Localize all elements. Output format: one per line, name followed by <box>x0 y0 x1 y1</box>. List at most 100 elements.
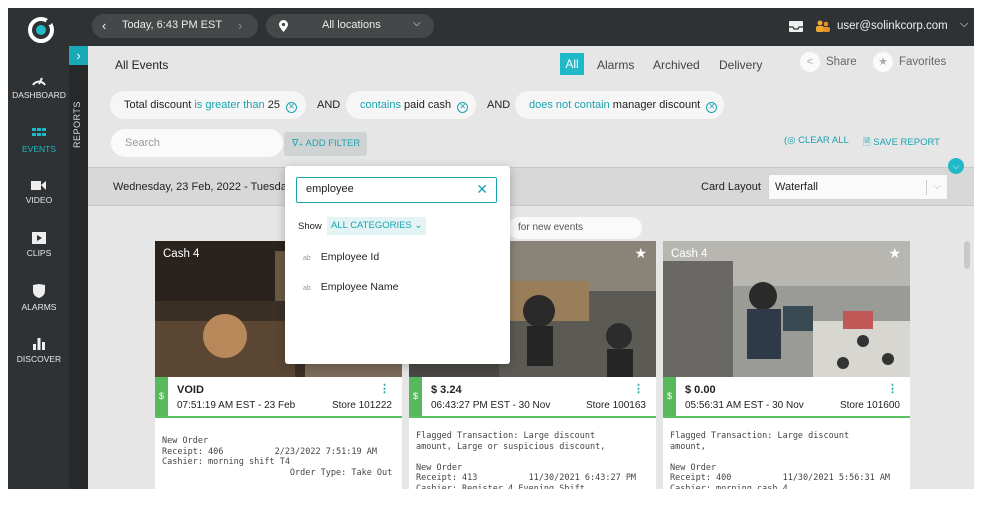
favorites-button[interactable]: ★ Favorites <box>873 52 946 74</box>
location-picker[interactable]: All locations ⌵ <box>266 14 434 38</box>
remove-filter-icon[interactable]: ✕ <box>457 102 469 113</box>
tab-delivery[interactable]: Delivery <box>719 58 762 72</box>
add-filter-button[interactable]: ∇₊ ADD FILTER <box>284 132 367 156</box>
collapse-toggle-icon[interactable]: ⌵ <box>948 158 964 174</box>
new-events-toggle[interactable]: for new events <box>508 217 642 239</box>
user-menu[interactable]: user@solinkcorp.com <box>837 20 948 32</box>
and-operator: AND <box>317 99 341 111</box>
app-window: DASHBOARD EVENTS VIDEO CLIPS ALARMS DISC… <box>8 8 974 489</box>
clip-icon <box>32 232 46 244</box>
show-label: Show <box>298 221 322 232</box>
event-card[interactable]: Cash 4 ★ $ $ 0.00 ⋮ 05:56:31 AM EST - 30… <box>663 241 910 489</box>
add-filter-dropdown: employee ✕ Show ALL CATEGORIES ⌄ ab Emplo… <box>285 166 510 364</box>
save-report-button[interactable]: 🗎 SAVE REPORT <box>863 135 940 151</box>
nav-label: EVENTS <box>21 144 56 154</box>
scrollbar-thumb[interactable] <box>964 241 970 269</box>
and-operator: AND <box>487 99 511 111</box>
datetime-picker[interactable]: ‹ Today, 6:43 PM EST › <box>92 14 258 38</box>
nav-alarms[interactable]: ALARMS <box>8 284 70 312</box>
more-options-icon[interactable]: ⋮ <box>887 382 898 395</box>
filter-query-text: employee <box>306 183 354 195</box>
filter-value: paid cash <box>404 99 452 111</box>
event-summary: $ $ 0.00 ⋮ 05:56:31 AM EST - 30 Nov Stor… <box>663 377 910 418</box>
chevron-right-icon[interactable]: › <box>69 46 88 65</box>
event-time: 06:43:27 PM EST - 30 Nov <box>431 400 551 411</box>
text-type-icon: ab <box>303 285 311 292</box>
more-options-icon[interactable]: ⋮ <box>379 382 390 395</box>
dollar-icon: $ <box>155 377 168 416</box>
camera-label: Cash 4 <box>163 248 200 260</box>
clear-all-button[interactable]: (◎ CLEAR ALL <box>784 135 849 146</box>
chevron-left-icon[interactable]: ‹ <box>102 18 106 33</box>
date-range-label[interactable]: Wednesday, 23 Feb, 2022 - Tuesday, <box>113 181 295 193</box>
location-label: All locations <box>322 19 381 31</box>
share-label: Share <box>826 56 857 69</box>
remove-filter-icon[interactable]: ✕ <box>706 102 718 113</box>
location-pin-icon <box>279 20 288 32</box>
nav-clips[interactable]: CLIPS <box>8 232 70 258</box>
nav-events[interactable]: EVENTS <box>8 128 70 154</box>
datetime-label: Today, 6:43 PM EST <box>122 19 223 31</box>
add-filter-label: ADD FILTER <box>305 138 361 149</box>
chevron-down-icon: ⌵ <box>413 18 421 29</box>
search-input[interactable]: Search <box>111 129 283 157</box>
nav-label: CLIPS <box>26 248 52 258</box>
category-value: ALL CATEGORIES <box>331 220 412 231</box>
more-options-icon[interactable]: ⋮ <box>633 382 644 395</box>
event-title: VOID <box>177 384 204 396</box>
tab-archived[interactable]: Archived <box>653 58 700 72</box>
card-layout-label: Card Layout <box>701 181 761 193</box>
nav-video[interactable]: VIDEO <box>8 180 70 205</box>
option-label: Employee Name <box>320 281 399 293</box>
camera-label: Cash 4 <box>671 248 708 260</box>
chevron-down-icon: ⌵ <box>933 181 941 192</box>
grid-icon <box>32 128 46 136</box>
chevron-down-icon: ⌄ <box>414 220 423 231</box>
dollar-icon: $ <box>663 377 676 416</box>
filter-chip-paid-cash[interactable]: contains paid cash ✕ <box>346 91 476 119</box>
tab-all[interactable]: All <box>560 53 584 75</box>
filter-value: manager discount <box>612 99 701 111</box>
top-bar: ‹ Today, 6:43 PM EST › All locations ⌵ u… <box>88 8 974 46</box>
favorite-star-icon[interactable]: ★ <box>634 245 647 262</box>
clear-icon: (◎ <box>784 135 796 146</box>
card-layout-select[interactable]: Waterfall ⌵ <box>768 174 948 200</box>
inbox-icon[interactable] <box>789 21 803 32</box>
event-summary: $ VOID ⋮ 07:51:19 AM EST - 23 Feb Store … <box>155 377 402 418</box>
event-time: 05:56:31 AM EST - 30 Nov <box>685 400 804 411</box>
event-store: Store 101600 <box>839 400 900 411</box>
select-divider <box>926 180 927 195</box>
dropdown-option-employee-name[interactable]: ab Employee Name <box>303 281 398 293</box>
filter-chip-manager-discount[interactable]: does not contain manager discount ✕ <box>515 91 724 119</box>
camera-snapshot[interactable] <box>663 241 910 377</box>
nav-discover[interactable]: DISCOVER <box>8 338 70 364</box>
clear-search-icon[interactable]: ✕ <box>476 178 488 201</box>
option-label: Employee Id <box>320 251 380 263</box>
favorite-star-icon[interactable]: ★ <box>888 245 901 262</box>
dollar-icon: $ <box>409 377 422 416</box>
tab-alarms[interactable]: Alarms <box>597 58 634 72</box>
event-store: Store 101222 <box>331 400 392 411</box>
share-button[interactable]: < Share <box>800 52 857 74</box>
remove-filter-icon[interactable]: ✕ <box>286 102 298 113</box>
category-select[interactable]: ALL CATEGORIES ⌄ <box>327 217 427 235</box>
filter-chip-total-discount[interactable]: Total discount is greater than 25 ✕ <box>110 91 306 119</box>
nav-label: VIDEO <box>25 195 53 205</box>
event-title: $ 0.00 <box>685 384 716 396</box>
favorites-label: Favorites <box>899 56 947 69</box>
share-icon: < <box>800 52 820 72</box>
receipt-detail: Flagged Transaction: Large discount amou… <box>416 431 637 489</box>
filter-field-search-input[interactable]: employee ✕ <box>296 177 497 203</box>
nav-dashboard[interactable]: DASHBOARD <box>8 74 70 100</box>
event-time: 07:51:19 AM EST - 23 Feb <box>177 400 296 411</box>
filter-operator: does not contain <box>529 99 610 111</box>
dropdown-option-employee-id[interactable]: ab Employee Id <box>303 251 379 263</box>
event-title: $ 3.24 <box>431 384 462 396</box>
filter-value: 25 <box>267 99 280 111</box>
chevron-down-icon[interactable]: ⌵ <box>960 18 968 31</box>
solink-logo[interactable] <box>27 16 55 44</box>
video-camera-icon <box>31 181 46 190</box>
filter-field: Total discount <box>124 99 192 111</box>
reports-panel-toggle[interactable]: › REPORTS <box>69 46 88 489</box>
chevron-right-icon[interactable]: › <box>238 18 242 33</box>
